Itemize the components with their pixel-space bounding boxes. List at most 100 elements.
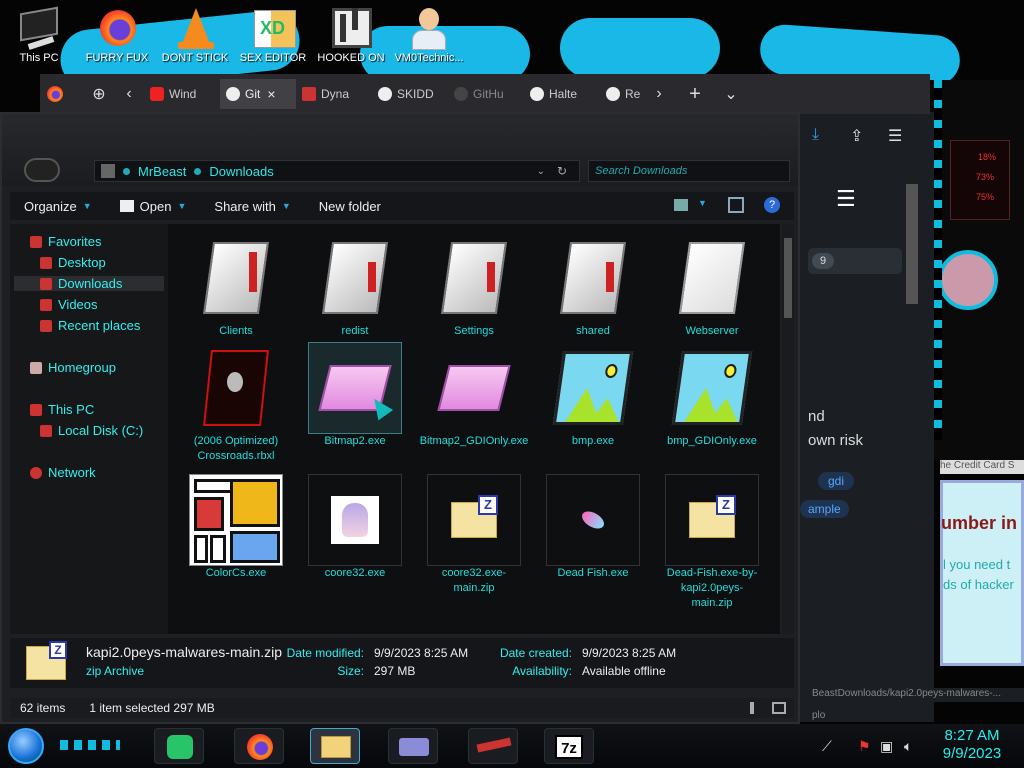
firefox-logo-icon[interactable] [40,79,70,109]
github-icon [606,87,620,101]
background-browser-page: ⤓ ⇪ ☰ ☰ 9 nd own risk gdi ample [800,112,934,722]
folder-item[interactable]: shared [543,232,643,339]
file-item[interactable]: Z coore32.exe-main.zip [424,474,524,596]
details-view-icon[interactable] [750,702,754,714]
nav-this-pc[interactable]: This PC [30,402,94,417]
share-with-button[interactable]: Share with ▼ [200,199,304,214]
scrollbar-thumb[interactable] [784,238,792,318]
clock-date: 9/9/2023 [942,745,1002,762]
nav-favorites[interactable]: Favorites [30,234,101,249]
file-item[interactable]: bmp_GDIOnly.exe [662,342,762,449]
nav-desktop[interactable]: Desktop [40,255,106,270]
this-pc-icon [16,4,62,52]
refresh-icon[interactable]: ↻ [557,164,567,178]
file-item[interactable]: coore32.exe [305,474,405,581]
hamburger-icon[interactable]: ☰ [836,186,856,212]
address-dropdown-icon[interactable]: ⌄ [537,166,545,177]
taskbar-firefox[interactable] [234,728,284,764]
scroll-tabs-right-button[interactable]: › [644,79,674,109]
desktop-icon-vm0technic[interactable]: VM0Technic... [390,4,468,74]
view-options-chevron-icon[interactable]: ▼ [698,198,707,208]
desktop-icon-this-pc[interactable]: This PC [0,4,78,74]
browser-tab[interactable]: Wind [144,79,220,109]
taskbar-chat-app[interactable] [154,728,204,764]
zip-archive-icon: Z [26,641,67,680]
desktop-icon-hooked-on[interactable]: HOOKED ON [312,4,390,74]
browser-tab-active[interactable]: Git × [220,79,296,109]
preview-pane-icon[interactable] [728,197,744,213]
date-modified-value: 9/9/2023 8:25 AM [374,646,469,660]
browser-tab[interactable]: Re [600,79,644,109]
this-pc-icon [30,403,42,416]
new-folder-button[interactable]: New folder [305,199,395,214]
nav-network[interactable]: Network [30,465,96,480]
taskbar-weapon-app[interactable] [468,728,518,764]
scroll-tabs-left-button[interactable]: ‹ [114,79,144,109]
command-bar: Organize ▼ Open ▼ Share with ▼ New folde… [10,192,794,220]
file-item[interactable]: Dead Fish.exe [543,474,643,581]
nav-recent-places[interactable]: Recent places [40,318,140,333]
taskbar-id-card-app[interactable] [388,728,438,764]
clock-time: 8:27 AM [944,727,1000,744]
volume-icon[interactable]: 🔈︎ [904,738,912,755]
desktop-icon [40,256,52,269]
file-item[interactable]: (2006 Optimized) Crossroads.rbxl [186,342,286,464]
change-view-icon[interactable] [674,199,688,211]
taskbar: 7z ⟋ ⚑ ▣ 🔈︎ 8:27 AM 9/9/2023 [0,724,1024,768]
browser-tab[interactable]: SKIDD [372,79,448,109]
search-input[interactable]: Search Downloads [588,160,790,182]
address-bar[interactable]: MrBeast Downloads ⌄ ↻ [94,160,580,182]
taskbar-explorer[interactable] [310,728,360,764]
taskbar-7zip[interactable]: 7z [544,728,594,764]
flag-icon[interactable]: ⚑ [858,738,871,755]
new-tab-button[interactable]: + [680,79,710,109]
browser-tab[interactable]: Halte [524,79,600,109]
browser-tab[interactable]: GitHu [448,79,524,109]
breadcrumb-mrbeast[interactable]: MrBeast [138,164,186,179]
file-item-selected[interactable]: Bitmap2.exe [305,342,405,449]
topic-tag[interactable]: gdi [818,472,855,490]
network-tray-icon[interactable]: ▣ [880,738,893,755]
show-hidden-icons-icon[interactable]: ⟋ [822,738,832,755]
folder-item[interactable]: redist [305,232,405,339]
web-page-heading: umber in [941,513,1018,533]
file-item[interactable]: bmp.exe [543,342,643,449]
tab-overview-icon[interactable]: ⊕ [84,79,114,109]
menu-icon[interactable]: ☰ [888,126,902,146]
browser-tab[interactable]: Dyna [296,79,372,109]
desktop-icon-dont-stick[interactable]: DONT STICK [156,4,234,74]
start-button[interactable] [8,728,44,764]
desktop-icon-sex-editor[interactable]: XD SEX EDITOR [234,4,312,74]
file-item[interactable]: ColorCs.exe [186,474,286,581]
downloads-folder-icon [40,277,52,290]
vertical-scrollbar[interactable] [782,224,794,634]
nav-videos[interactable]: Videos [40,297,98,312]
file-item[interactable]: Bitmap2_GDIOnly.exe [420,342,528,449]
breadcrumb-downloads[interactable]: Downloads [209,164,273,179]
share-icon[interactable]: ⇪ [850,126,863,146]
large-icons-view-icon[interactable] [772,702,786,714]
file-item[interactable]: Z Dead-Fish.exe-by-kapi2.0peys-main.zip [662,474,762,611]
count-badge[interactable]: 9 [808,248,902,274]
close-tab-icon[interactable]: × [267,86,275,102]
topic-tag[interactable]: ample [800,500,849,518]
desktop-icon-furry-fux[interactable]: FURRY FUX [78,4,156,74]
folder-item[interactable]: Clients [186,232,286,339]
folder-item[interactable]: Webserver [662,232,762,339]
github-icon [226,87,240,101]
gadget-percent: 73% [976,172,995,182]
list-all-tabs-button[interactable]: ⌄ [716,79,746,109]
nav-homegroup[interactable]: Homegroup [30,360,116,375]
open-button[interactable]: Open ▼ [106,199,201,214]
download-icon[interactable]: ⤓ [812,126,819,144]
nav-downloads[interactable]: Downloads [14,276,164,291]
window-orb-icon[interactable] [24,158,60,182]
folder-icon [546,232,640,324]
system-clock[interactable]: 8:27 AM 9/9/2023 [930,727,1014,763]
folder-item[interactable]: Settings [424,232,524,339]
doctor-avatar-icon [406,4,452,52]
help-icon[interactable]: ? [764,197,780,213]
nav-local-disk[interactable]: Local Disk (C:) [40,423,143,438]
status-bar: 62 items 1 item selected 297 MB [10,698,794,718]
organize-button[interactable]: Organize ▼ [10,199,106,214]
